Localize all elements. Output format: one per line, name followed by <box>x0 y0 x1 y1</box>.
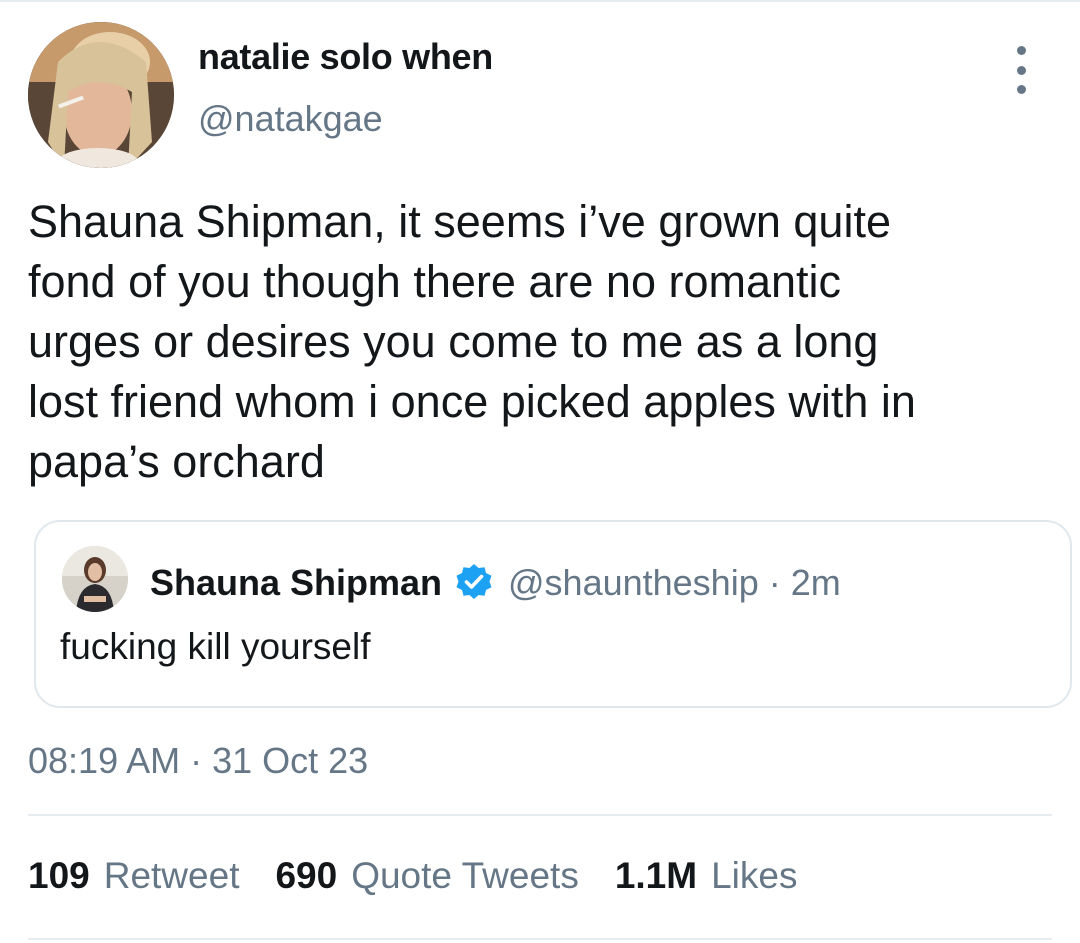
author-display-name[interactable]: natalie solo when <box>198 36 493 78</box>
more-options-button[interactable] <box>1004 46 1038 94</box>
more-vertical-icon <box>1016 85 1026 94</box>
likes-stat[interactable]: 1.1M Likes <box>615 855 798 897</box>
quoted-tweet-card[interactable]: Shauna Shipman @shauntheship · 2m fuckin… <box>34 520 1072 708</box>
tweet-text-line: lost friend whom i once picked apples wi… <box>28 376 916 427</box>
author-handle[interactable]: @natakgae <box>198 98 383 140</box>
divider <box>28 814 1052 816</box>
quote-tweets-label: Quote Tweets <box>351 855 579 896</box>
quoted-tweet-text: fucking kill yourself <box>60 626 371 667</box>
quoted-avatar-image <box>62 546 128 612</box>
author-avatar[interactable] <box>28 22 174 168</box>
retweets-count: 109 <box>28 855 90 896</box>
tweet-text-line: papa’s orchard <box>28 436 325 487</box>
tweet-text-line: urges or desires you come to me as a lon… <box>28 316 879 367</box>
engagement-stats: 109 Retweet 690 Quote Tweets 1.1M Likes <box>28 855 833 897</box>
tweet-timestamp[interactable]: 08:19 AM · 31 Oct 23 <box>28 740 368 782</box>
divider <box>28 938 1052 940</box>
more-vertical-icon <box>1016 65 1026 75</box>
likes-count: 1.1M <box>614 855 698 896</box>
tweet-text: Shauna Shipman, it seems i’ve grown quit… <box>28 192 1058 492</box>
quoted-handle-and-time[interactable]: @shauntheship · 2m <box>508 562 841 604</box>
top-divider <box>0 0 1080 2</box>
likes-label: Likes <box>711 855 798 896</box>
retweets-stat[interactable]: 109 Retweet <box>28 855 239 897</box>
quoted-author-name[interactable]: Shauna Shipman <box>150 562 442 604</box>
retweets-label: Retweet <box>103 855 240 896</box>
verified-badge-icon <box>456 564 492 599</box>
quoted-author-avatar[interactable] <box>62 546 128 612</box>
quote-tweets-count: 690 <box>275 855 338 896</box>
tweet-text-line: Shauna Shipman, it seems i’ve grown quit… <box>28 196 891 247</box>
quote-tweets-stat[interactable]: 690 Quote Tweets <box>275 855 578 897</box>
more-vertical-icon <box>1016 46 1026 55</box>
tweet-text-line: fond of you though there are no romantic <box>28 256 842 307</box>
author-avatar-image <box>28 22 174 168</box>
